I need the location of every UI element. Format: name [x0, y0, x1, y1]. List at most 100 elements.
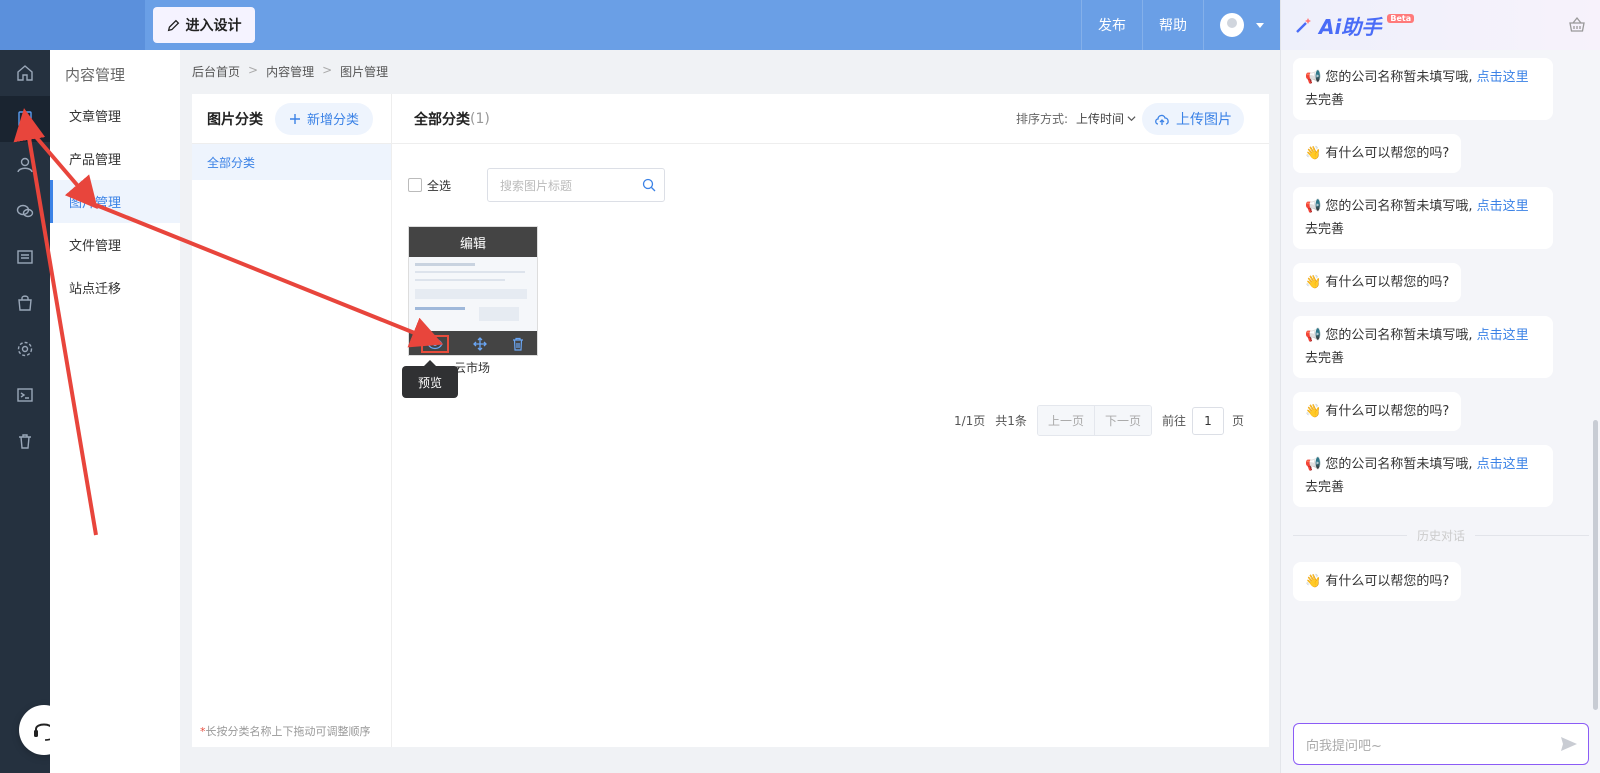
page-buttons: 上一页 下一页 — [1036, 405, 1152, 436]
shop-icon — [18, 295, 32, 311]
page-number-input[interactable]: 1 — [1191, 406, 1224, 435]
rail-list[interactable] — [0, 234, 50, 280]
complete-info-link[interactable]: 点击这里 — [1477, 457, 1529, 472]
ai-logo: Ai助手 Beta — [1295, 11, 1415, 40]
rail-wechat[interactable] — [0, 188, 50, 234]
upload-image-button[interactable]: 上传图片 — [1142, 102, 1244, 135]
send-icon[interactable] — [1560, 736, 1578, 752]
submenu-title: 内容管理 — [65, 66, 126, 84]
ai-message: 📢 您的公司名称暂未填写哦, 点击这里 去完善 — [1293, 445, 1553, 507]
ai-scrollbar[interactable] — [1593, 420, 1598, 710]
image-card[interactable]: 编辑 — [408, 226, 538, 356]
ai-message: 📢 您的公司名称暂未填写哦, 点击这里 去完善 — [1293, 316, 1553, 378]
beta-badge: Beta — [1387, 13, 1415, 23]
category-column: 图片分类 新增分类 全部分类 *长按分类名称上下拖动可调整顺序 — [192, 94, 392, 747]
magic-wand-icon — [1296, 18, 1311, 33]
image-search-input[interactable]: 搜索图片标题 — [487, 168, 666, 202]
list-icon — [17, 250, 33, 264]
prev-page-button[interactable]: 上一页 — [1037, 406, 1094, 435]
total-count: 共1条 — [995, 414, 1027, 428]
history-divider: 历史对话 — [1293, 527, 1589, 544]
ai-message: 👋 有什么可以帮您的吗? — [1293, 263, 1462, 302]
ai-header: Ai助手 Beta — [1281, 0, 1600, 50]
submenu-item-files[interactable]: 文件管理 — [50, 223, 180, 266]
add-category-label: 新增分类 — [307, 113, 360, 128]
rail-content[interactable] — [0, 96, 50, 142]
settings-icon — [17, 341, 33, 357]
ai-message: 📢 您的公司名称暂未填写哦, 点击这里 去完善 — [1293, 187, 1553, 249]
submenu-item-images[interactable]: 图片管理 — [50, 180, 180, 223]
goto-label: 前往 — [1161, 414, 1186, 428]
submenu-item-products[interactable]: 产品管理 — [50, 137, 180, 180]
breadcrumb: 后台首页 > 内容管理 > 图片管理 — [192, 63, 388, 80]
rail-home[interactable] — [0, 50, 50, 96]
breadcrumb-content[interactable]: 内容管理 — [266, 63, 314, 80]
checkbox-box[interactable] — [408, 178, 422, 192]
ai-message: 👋 有什么可以帮您的吗? — [1293, 392, 1462, 431]
trash-icon — [19, 434, 31, 449]
image-thumbnail — [409, 257, 537, 331]
top-bar: 进入设计 发布 帮助 — [0, 0, 1280, 50]
submenu-item-site-migration[interactable]: 站点迁移 — [50, 266, 180, 309]
rail-settings[interactable] — [0, 326, 50, 372]
page-info: 1/1页 — [953, 414, 986, 428]
rail-member[interactable] — [0, 142, 50, 188]
breadcrumb-home[interactable]: 后台首页 — [192, 63, 240, 80]
rail-trash[interactable] — [0, 418, 50, 464]
category-title: 图片分类 — [207, 111, 263, 128]
sort-label: 排序方式: — [1015, 112, 1068, 126]
complete-info-link[interactable]: 点击这里 — [1477, 70, 1529, 85]
publish-link[interactable]: 发布 — [1081, 0, 1142, 50]
home-icon — [17, 65, 33, 81]
preview-tooltip: 预览 — [402, 360, 458, 398]
image-count: (1) — [470, 110, 490, 127]
ai-message-list: 📢 您的公司名称暂未填写哦, 点击这里 去完善 👋 有什么可以帮您的吗? 📢 您… — [1293, 58, 1589, 615]
sort-value: 上传时间 — [1075, 112, 1124, 126]
image-manager-panel: 图片分类 新增分类 全部分类 *长按分类名称上下拖动可调整顺序 全部分类 (1)… — [192, 94, 1269, 747]
content-submenu: 内容管理 文章管理 产品管理 图片管理 文件管理 站点迁移 — [50, 50, 180, 773]
preview-button[interactable] — [421, 335, 449, 353]
member-icon — [17, 157, 33, 173]
delete-icon[interactable] — [511, 337, 525, 351]
rail-shop[interactable] — [0, 280, 50, 326]
enter-design-button[interactable]: 进入设计 — [153, 7, 255, 43]
user-menu[interactable] — [1203, 0, 1280, 50]
edit-overlay[interactable]: 编辑 — [409, 227, 537, 257]
breadcrumb-current: 图片管理 — [340, 65, 389, 79]
terminal-icon — [17, 388, 33, 402]
add-category-button[interactable]: 新增分类 — [275, 102, 374, 135]
ai-message: 👋 有什么可以帮您的吗? — [1293, 562, 1462, 601]
pagination: 1/1页 共1条 上一页 下一页 前往 1 页 — [954, 405, 1244, 436]
avatar — [1220, 13, 1244, 37]
image-title: 云市场 — [454, 361, 491, 375]
select-all-label: 全选 — [427, 178, 452, 193]
basket-icon[interactable] — [1568, 16, 1586, 34]
image-section-title: 全部分类 — [414, 111, 470, 128]
category-drag-tip: *长按分类名称上下拖动可调整顺序 — [200, 723, 371, 739]
upload-image-label: 上传图片 — [1176, 111, 1232, 128]
complete-info-link[interactable]: 点击这里 — [1477, 328, 1529, 343]
search-icon[interactable] — [642, 178, 656, 192]
next-page-button[interactable]: 下一页 — [1093, 406, 1151, 435]
rail-terminal[interactable] — [0, 372, 50, 418]
complete-info-link[interactable]: 点击这里 — [1477, 199, 1529, 214]
category-item-all[interactable]: 全部分类 — [192, 144, 391, 180]
move-icon[interactable] — [473, 337, 487, 351]
enter-design-label: 进入设计 — [185, 18, 242, 34]
caret-down-icon — [1256, 22, 1264, 28]
ai-assistant-panel: Ai助手 Beta 📢 您的公司名称暂未填写哦, 点击这里 去完善 👋 有什么可… — [1280, 0, 1600, 773]
image-toolbar: 全选 搜索图片标题 — [408, 168, 666, 202]
ai-message: 📢 您的公司名称暂未填写哦, 点击这里 去完善 — [1293, 58, 1553, 120]
sort-select[interactable]: 上传时间 — [1076, 110, 1136, 127]
breadcrumb-separator: > — [248, 63, 259, 77]
select-all-checkbox[interactable]: 全选 — [408, 177, 451, 194]
ai-input-placeholder: 向我提问吧~ — [1306, 738, 1382, 754]
wechat-icon — [16, 204, 34, 218]
logo-area — [0, 0, 145, 50]
edit-icon — [167, 19, 179, 31]
ai-question-input[interactable]: 向我提问吧~ — [1293, 723, 1589, 765]
eye-icon — [427, 338, 443, 350]
content-icon — [18, 111, 32, 127]
submenu-item-articles[interactable]: 文章管理 — [50, 94, 180, 137]
help-link[interactable]: 帮助 — [1142, 0, 1203, 50]
